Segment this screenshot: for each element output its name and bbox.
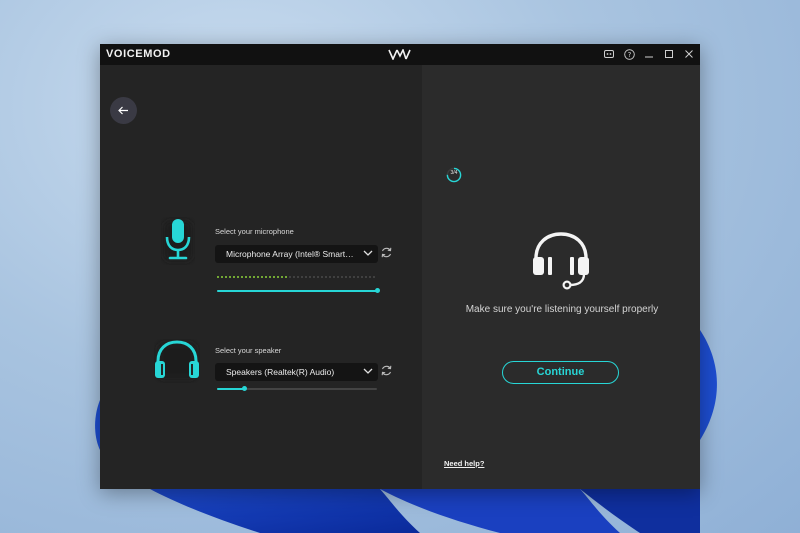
level-dot xyxy=(233,276,235,278)
level-dot xyxy=(301,276,303,278)
back-button[interactable] xyxy=(110,97,137,124)
need-help-link[interactable]: Need help? xyxy=(444,459,484,468)
instruction-pane: 3/4 Make sure you're listening yourself … xyxy=(422,65,700,489)
speaker-label: Select your speaker xyxy=(215,346,282,355)
level-dot xyxy=(361,276,363,278)
title-bar[interactable]: VOICEMOD ? xyxy=(100,44,700,65)
chevron-down-icon xyxy=(363,250,373,256)
level-dot xyxy=(277,276,279,278)
microphone-refresh-icon[interactable] xyxy=(380,246,393,259)
app-brand: VOICEMOD xyxy=(106,48,171,60)
discord-icon[interactable] xyxy=(602,47,616,61)
step-progress-ring: 3/4 xyxy=(446,167,462,183)
level-dot xyxy=(365,276,367,278)
speaker-volume-slider[interactable] xyxy=(217,386,377,391)
level-dot xyxy=(281,276,283,278)
level-dot xyxy=(353,276,355,278)
level-dot xyxy=(241,276,243,278)
voicemod-window: VOICEMOD ? Select your microphone Microp… xyxy=(100,44,700,489)
level-dot xyxy=(229,276,231,278)
level-dot xyxy=(357,276,359,278)
level-dot xyxy=(309,276,311,278)
level-dot xyxy=(313,276,315,278)
voicemod-logo-icon xyxy=(388,49,411,60)
continue-button[interactable]: Continue xyxy=(502,361,619,384)
level-dot xyxy=(321,276,323,278)
level-dot xyxy=(265,276,267,278)
level-dot xyxy=(289,276,291,278)
level-dot xyxy=(285,276,287,278)
device-setup-pane: Select your microphone Microphone Array … xyxy=(100,65,422,489)
level-dot xyxy=(325,276,327,278)
level-dot xyxy=(237,276,239,278)
minimize-icon[interactable] xyxy=(642,47,656,61)
microphone-icon xyxy=(164,219,192,261)
level-dot xyxy=(333,276,335,278)
speaker-volume-knob[interactable] xyxy=(242,386,248,391)
microphone-volume-slider[interactable] xyxy=(217,288,380,293)
headphones-icon xyxy=(155,340,199,379)
level-dot xyxy=(273,276,275,278)
speaker-selected-value: Speakers (Realtek(R) Audio) xyxy=(226,367,335,377)
maximize-icon[interactable] xyxy=(662,47,676,61)
step-counter: 3/4 xyxy=(450,170,458,176)
level-dot xyxy=(245,276,247,278)
level-dot xyxy=(249,276,251,278)
level-dot xyxy=(293,276,295,278)
level-dot xyxy=(297,276,299,278)
level-dot xyxy=(349,276,351,278)
microphone-level-meter xyxy=(217,276,377,279)
level-dot xyxy=(317,276,319,278)
instruction-text: Make sure you're listening yourself prop… xyxy=(465,304,659,315)
arrow-left-icon xyxy=(118,106,128,115)
svg-text:?: ? xyxy=(627,51,631,59)
chevron-down-icon xyxy=(363,368,373,374)
microphone-label: Select your microphone xyxy=(215,227,294,236)
speaker-select[interactable]: Speakers (Realtek(R) Audio) xyxy=(215,363,378,381)
level-dot xyxy=(221,276,223,278)
level-dot xyxy=(257,276,259,278)
level-dot xyxy=(369,276,371,278)
level-dot xyxy=(269,276,271,278)
headset-icon xyxy=(533,232,589,290)
level-dot xyxy=(217,276,219,278)
speaker-volume-fill xyxy=(217,388,245,390)
level-dot xyxy=(305,276,307,278)
microphone-volume-fill xyxy=(217,290,377,292)
microphone-selected-value: Microphone Array (Intel® Smart Sound Tec… xyxy=(226,249,356,259)
microphone-select[interactable]: Microphone Array (Intel® Smart Sound Tec… xyxy=(215,245,378,263)
level-dot xyxy=(329,276,331,278)
level-dot xyxy=(253,276,255,278)
level-dot xyxy=(261,276,263,278)
level-dot xyxy=(345,276,347,278)
level-dot xyxy=(373,276,375,278)
speaker-refresh-icon[interactable] xyxy=(380,364,393,377)
level-dot xyxy=(225,276,227,278)
level-dot xyxy=(341,276,343,278)
help-icon[interactable]: ? xyxy=(622,47,636,61)
close-icon[interactable] xyxy=(682,47,696,61)
microphone-volume-knob[interactable] xyxy=(375,288,380,293)
level-dot xyxy=(337,276,339,278)
